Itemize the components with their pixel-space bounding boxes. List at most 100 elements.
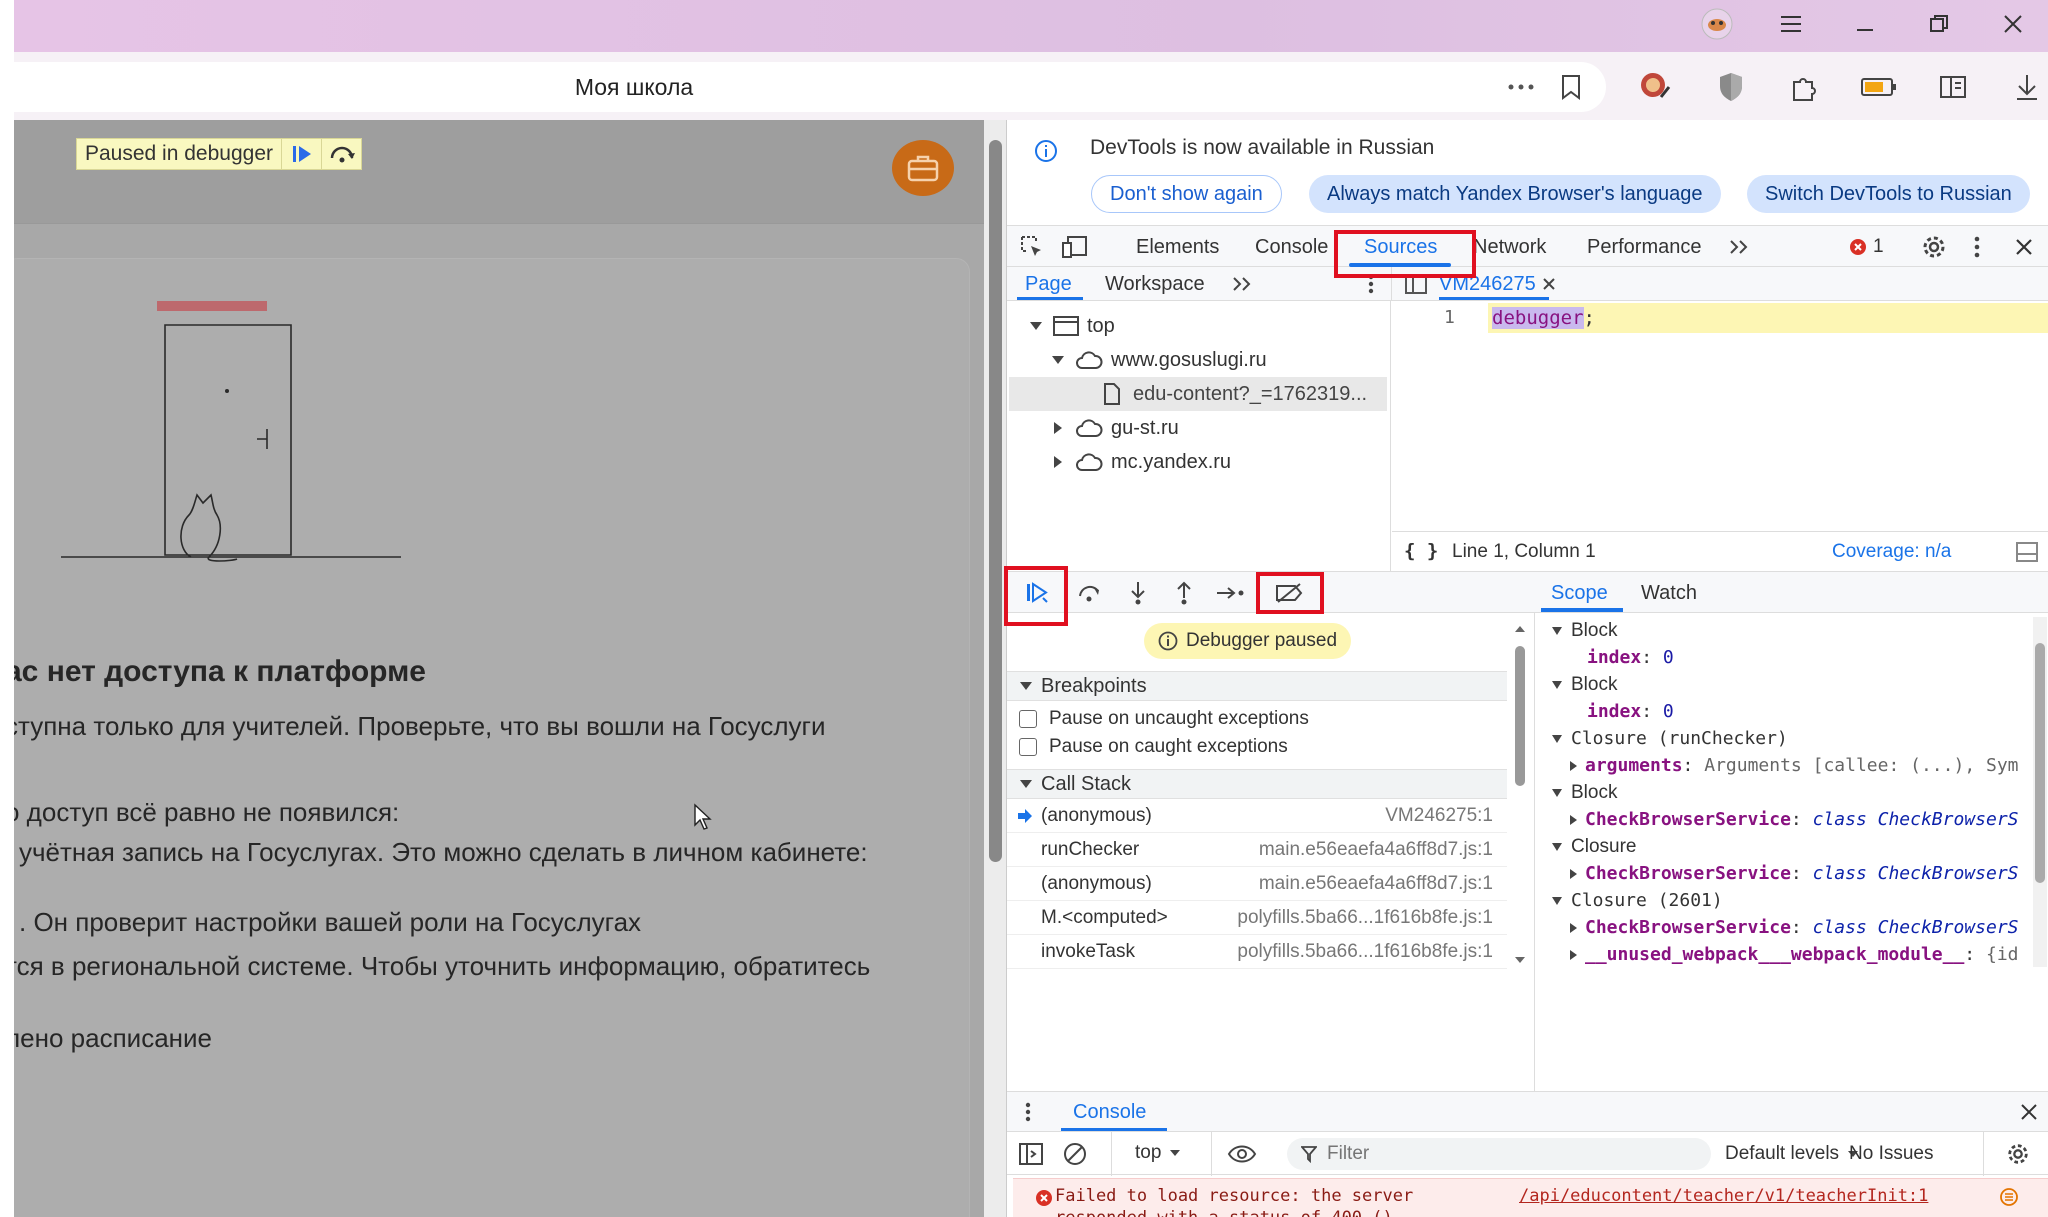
filter-input[interactable] [1327, 1143, 1687, 1165]
scope-variable[interactable]: arguments: Arguments [callee: (...), Sym [1569, 752, 2019, 779]
page-scrollbar[interactable] [984, 120, 1006, 1217]
scope-closure[interactable]: Closure (2601) [1551, 887, 1723, 914]
puzzle-icon[interactable] [1784, 66, 1826, 108]
more-subtabs-icon[interactable] [1229, 271, 1255, 297]
scroll-up-icon[interactable] [1513, 624, 1527, 634]
close-file-icon[interactable] [1542, 277, 1556, 291]
inspect-element-icon[interactable] [1017, 232, 1047, 262]
restore-icon[interactable] [1902, 0, 1976, 48]
console-settings-gear-icon[interactable] [2003, 1141, 2033, 1167]
pause-caught-checkbox[interactable] [1019, 738, 1037, 756]
callstack-frame[interactable]: invokeTask polyfills.5ba66...1f616b8fe.j… [1007, 935, 1507, 969]
close-drawer-icon[interactable] [2017, 1100, 2041, 1124]
live-expression-eye-icon[interactable] [1225, 1141, 1259, 1167]
reader-icon[interactable] [1932, 66, 1974, 108]
callstack-frame[interactable]: (anonymous) VM246275:1 [1007, 799, 1507, 833]
briefcase-icon[interactable] [892, 140, 954, 196]
shield-icon[interactable] [1710, 66, 1752, 108]
settings-gear-icon[interactable] [1919, 232, 1949, 262]
tab-console[interactable]: Console [1255, 226, 1328, 268]
page-scrollbar-thumb[interactable] [989, 140, 1002, 862]
breakpoints-section-header[interactable]: Breakpoints [1007, 671, 1507, 701]
issues-counter[interactable]: No Issues [1849, 1143, 1933, 1165]
sidebar-scrollbar[interactable] [1513, 617, 1531, 967]
tab-elements[interactable]: Elements [1136, 226, 1219, 268]
console-sidebar-icon[interactable] [1017, 1141, 1045, 1167]
console-filter[interactable] [1287, 1138, 1711, 1170]
error-counter[interactable]: 1 [1849, 226, 1884, 268]
scope-variable[interactable]: __unused_webpack___webpack_module__: {id [1569, 941, 2019, 968]
step-button[interactable] [1213, 576, 1249, 610]
scope-scrollbar[interactable] [2033, 617, 2047, 967]
coverage-link[interactable]: Coverage: n/a [1832, 541, 1951, 563]
step-into-button[interactable] [1121, 576, 1155, 610]
callstack-frame[interactable]: M.<computed> polyfills.5ba66...1f616b8fe… [1007, 901, 1507, 935]
switch-to-russian-button[interactable]: Switch DevTools to Russian [1747, 175, 2030, 213]
step-out-button[interactable] [1167, 576, 1201, 610]
frame-location[interactable]: main.e56eaefa4a6ff8d7.js:1 [1259, 839, 1493, 861]
error-source-link[interactable]: /api/educontent/teacher/v1/teacherInit:1 [1519, 1186, 1928, 1206]
scroll-down-icon[interactable] [1513, 955, 1527, 965]
more-tabs-icon[interactable] [1725, 232, 1753, 262]
scope-closure[interactable]: Closure (runChecker) [1551, 725, 1788, 752]
bookmark-icon[interactable] [1554, 70, 1588, 104]
scope-block[interactable]: Block [1551, 671, 1617, 698]
clear-console-icon[interactable] [1061, 1141, 1089, 1167]
scope-block[interactable]: Block [1551, 779, 1617, 806]
scope-block[interactable]: Block [1551, 617, 1617, 644]
tree-item-file-selected[interactable]: edu-content?_=1762319... [1009, 377, 1387, 411]
network-request-icon[interactable] [1999, 1187, 2019, 1207]
minimize-icon[interactable] [1828, 0, 1902, 48]
callstack-frame[interactable]: runChecker main.e56eaefa4a6ff8d7.js:1 [1007, 833, 1507, 867]
callstack-frame[interactable]: (anonymous) main.e56eaefa4a6ff8d7.js:1 [1007, 867, 1507, 901]
scope-variable[interactable]: CheckBrowserService: class CheckBrowserS [1569, 860, 2019, 887]
scope-variable[interactable]: index: 0 [1587, 698, 1674, 725]
tree-item-gosuslugi[interactable]: www.gosuslugi.ru [1051, 343, 1267, 377]
toggle-sidebar-icon[interactable] [2014, 540, 2040, 564]
log-levels-dropdown[interactable]: Default levels [1725, 1143, 1859, 1165]
scope-variable[interactable]: CheckBrowserService: class CheckBrowserS [1569, 806, 2019, 833]
scope-scrollbar-thumb[interactable] [2035, 643, 2045, 883]
tab-performance[interactable]: Performance [1587, 226, 1702, 268]
frame-location[interactable]: VM246275:1 [1385, 805, 1493, 827]
drawer-tab-console[interactable]: Console [1073, 1092, 1146, 1132]
scope-variable[interactable]: CheckBrowserService: class CheckBrowserS [1569, 914, 2019, 941]
tab-page[interactable]: Page [1025, 267, 1072, 301]
close-icon[interactable] [1976, 0, 2048, 48]
profile-icon[interactable] [1680, 0, 1754, 48]
step-over-button[interactable] [1073, 576, 1107, 610]
drawer-menu-icon[interactable] [1021, 1100, 1035, 1124]
tab-watch[interactable]: Watch [1641, 572, 1697, 614]
pause-uncaught-checkbox[interactable] [1019, 710, 1037, 728]
battery-icon[interactable] [1858, 66, 1900, 108]
overlay-step-over-button[interactable] [321, 139, 361, 169]
callstack-section-header[interactable]: Call Stack [1007, 769, 1507, 799]
menu-icon[interactable] [1754, 0, 1828, 48]
code-editor[interactable]: 1 debugger; [1392, 301, 2048, 531]
overlay-resume-button[interactable] [281, 139, 321, 169]
more-icon[interactable] [1504, 70, 1538, 104]
frame-location[interactable]: polyfills.5ba66...1f616b8fe.js:1 [1237, 907, 1493, 929]
context-selector[interactable]: top [1135, 1142, 1181, 1164]
sidebar-scrollbar-thumb[interactable] [1515, 646, 1525, 786]
tree-item-top[interactable]: top [1029, 309, 1115, 343]
scope-variable[interactable]: index: 0 [1587, 644, 1674, 671]
frame-location[interactable]: main.e56eaefa4a6ff8d7.js:1 [1259, 873, 1493, 895]
device-toolbar-icon[interactable] [1059, 232, 1093, 262]
tab-network[interactable]: Network [1473, 226, 1546, 268]
match-language-button[interactable]: Always match Yandex Browser's language [1309, 175, 1721, 213]
url-box[interactable]: Моя школа [14, 62, 1606, 112]
tree-item-gu-st[interactable]: gu-st.ru [1051, 411, 1179, 445]
close-devtools-icon[interactable] [2009, 232, 2039, 262]
pause-uncaught-row[interactable]: Pause on uncaught exceptions [1019, 708, 1309, 730]
pretty-print-icon[interactable]: { } [1404, 540, 1438, 562]
dont-show-again-button[interactable]: Don't show again [1091, 175, 1282, 213]
scope-closure[interactable]: Closure [1551, 833, 1636, 860]
tree-item-mc-yandex[interactable]: mc.yandex.ru [1051, 445, 1231, 479]
tab-workspace[interactable]: Workspace [1105, 267, 1205, 301]
download-icon[interactable] [2006, 66, 2048, 108]
pause-caught-row[interactable]: Pause on caught exceptions [1019, 736, 1288, 758]
frame-location[interactable]: polyfills.5ba66...1f616b8fe.js:1 [1237, 941, 1493, 963]
extension-avatar-icon[interactable] [1634, 66, 1676, 108]
customize-menu-icon[interactable] [1965, 232, 1989, 262]
